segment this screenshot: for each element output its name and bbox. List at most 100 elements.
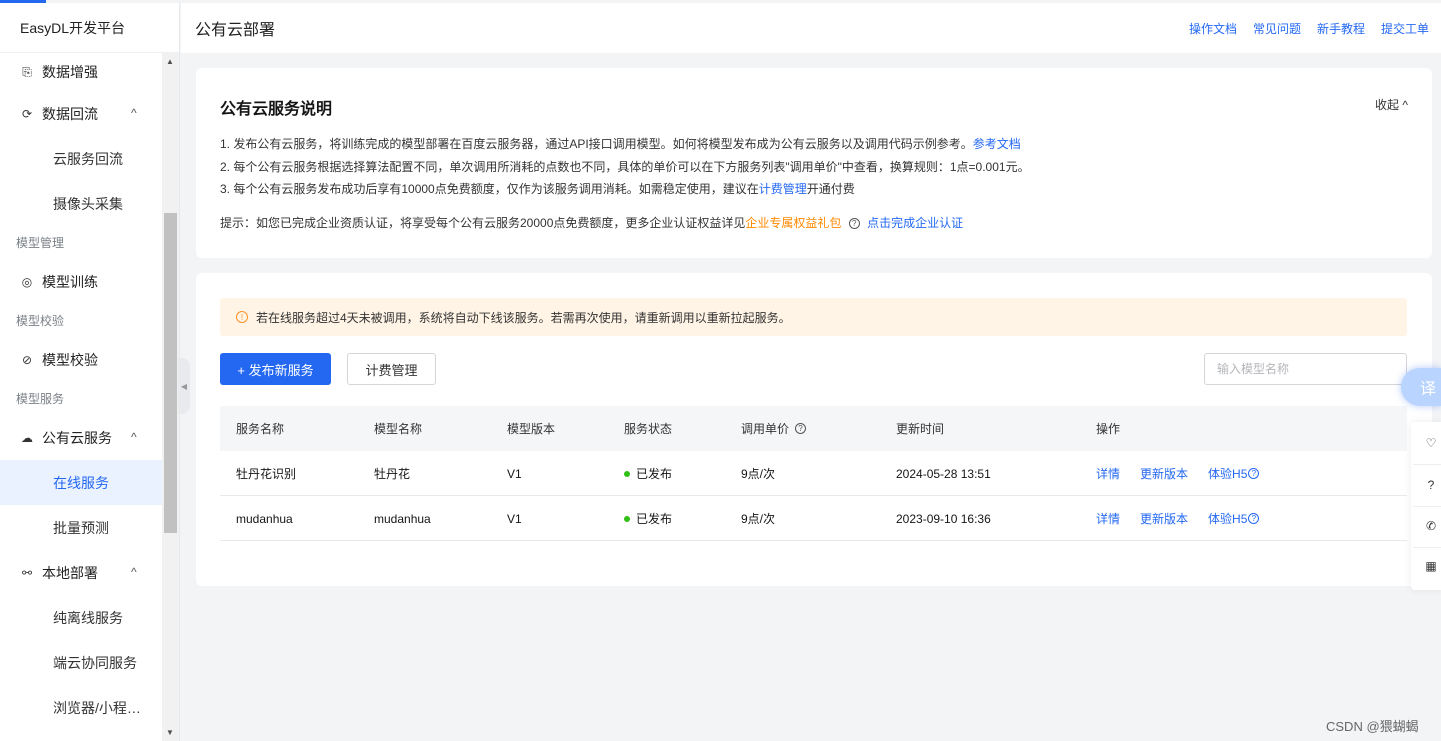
alert-text: 若在线服务超过4天未被调用，系统将自动下线该服务。若需再次使用，请重新调用以重新… <box>256 310 791 325</box>
phone-icon[interactable]: ✆ <box>1421 516 1441 536</box>
sidebar-item-data-backflow[interactable]: ⟳ 数据回流 ^ <box>0 91 162 136</box>
detail-link[interactable]: 详情 <box>1096 465 1120 482</box>
divider <box>1413 464 1441 465</box>
question-icon[interactable]: ? <box>1421 475 1441 495</box>
group-label-model-management: 模型管理 <box>16 236 65 250</box>
billing-link[interactable]: 计费管理 <box>759 182 807 196</box>
try-h5-link[interactable]: 体验H5 <box>1208 510 1247 527</box>
status-text: 已发布 <box>636 512 673 526</box>
scrollbar-thumb[interactable] <box>164 213 177 533</box>
app-logo[interactable]: EasyDL开发平台 <box>0 3 179 53</box>
scroll-down-icon[interactable]: ▼ <box>166 728 174 737</box>
header-link-tutorial[interactable]: 新手教程 <box>1317 20 1365 37</box>
col-actions: 操作 <box>1096 422 1121 436</box>
sidebar-item-label: 数据回流 <box>42 105 98 122</box>
info-card: 公有云服务说明 收起 ^ 1. 发布公有云服务，将训练完成的模型部署在百度云服务… <box>196 68 1432 258</box>
info-line-3-suffix: 开通付费 <box>806 182 855 196</box>
sidebar-item-model-train[interactable]: ◎ 模型训练 <box>0 259 162 304</box>
cell-model-name: mudanhua <box>374 511 431 526</box>
header-link-ticket[interactable]: 提交工单 <box>1381 20 1429 37</box>
cell-unit-price: 9点/次 <box>741 512 776 526</box>
sidebar-item-model-validation[interactable]: ⊘ 模型校验 <box>0 337 162 382</box>
cell-status: 已发布 <box>624 451 672 496</box>
sidebar-item-online-service[interactable]: 在线服务 <box>0 460 162 505</box>
header-link-faq[interactable]: 常见问题 <box>1253 20 1301 37</box>
cell-status: 已发布 <box>624 496 672 541</box>
floating-toolbar: ♡ ? ✆ ▦ <box>1411 422 1441 590</box>
col-service-name: 服务名称 <box>236 422 285 436</box>
sidebar: EasyDL开发平台 ⎘ 数据增强 ⟳ 数据回流 ^ 云服务回流 摄像头采集 模… <box>0 3 180 741</box>
info-tip: 提示：如您已完成企业资质认证，将享受每个公有云服务20000点免费额度，更多企业… <box>220 214 963 231</box>
cell-updated-time: 2023-09-10 16:36 <box>896 511 991 526</box>
info-line-3-text: 3. 每个公有云服务发布成功后享有10000点免费额度，仅作为该服务调用消耗。如… <box>220 182 759 196</box>
translate-button[interactable]: 译 <box>1401 368 1441 406</box>
info-line-2: 2. 每个公有云服务根据选择算法配置不同，单次调用所消耗的点数也不同，具体的单价… <box>220 160 1030 174</box>
update-version-link[interactable]: 更新版本 <box>1140 465 1188 482</box>
help-icon[interactable]: ? <box>1248 513 1260 524</box>
service-table: 服务名称 模型名称 模型版本 服务状态 调用单价 ? 更新时间 操作 牡丹花识别… <box>220 406 1407 541</box>
col-model-name: 模型名称 <box>374 422 423 436</box>
sidebar-item-camera-capture[interactable]: 摄像头采集 <box>0 181 162 226</box>
collapse-button[interactable]: 收起 ^ <box>1375 96 1408 113</box>
tip-text: 提示：如您已完成企业资质认证，将享受每个公有云服务20000点免费额度，更多企业… <box>220 216 746 230</box>
model-search-input[interactable] <box>1204 353 1407 385</box>
sidebar-item-batch-predict[interactable]: 批量预测 <box>0 505 162 550</box>
header-link-docs[interactable]: 操作文档 <box>1189 20 1237 37</box>
cell-unit-price: 9点/次 <box>741 467 776 481</box>
model-train-icon: ◎ <box>21 274 33 289</box>
grid-icon[interactable]: ▦ <box>1421 556 1441 576</box>
sidebar-item-cloud-backflow[interactable]: 云服务回流 <box>0 136 162 181</box>
check-circle-icon: ⊘ <box>21 352 33 367</box>
group-label-model-validation: 模型校验 <box>16 314 65 328</box>
sidebar-item-label: 本地部署 <box>42 564 98 581</box>
translate-label: 译 <box>1420 381 1437 398</box>
enterprise-cert-link[interactable]: 点击完成企业认证 <box>867 216 963 230</box>
chevron-up-icon: ^ <box>1402 98 1408 112</box>
data-backflow-icon: ⟳ <box>21 106 33 121</box>
help-icon[interactable]: ? <box>795 423 807 434</box>
cell-model-name: 牡丹花 <box>374 467 411 481</box>
try-h5-link[interactable]: 体验H5 <box>1208 465 1247 482</box>
sidebar-item-browser-miniprogram[interactable]: 浏览器/小程… <box>0 685 162 730</box>
table-row: mudanhua mudanhua V1 已发布 9点/次 2023-09-10… <box>220 496 1407 541</box>
reference-doc-link[interactable]: 参考文档 <box>973 137 1021 151</box>
update-version-link[interactable]: 更新版本 <box>1140 510 1188 527</box>
deploy-icon: ⚯ <box>21 565 33 580</box>
sidebar-item-data-augment[interactable]: ⎘ 数据增强 <box>0 53 162 91</box>
info-line-1-text: 1. 发布公有云服务，将训练完成的模型部署在百度云服务器，通过API接口调用模型… <box>220 137 973 151</box>
info-line-1: 1. 发布公有云服务，将训练完成的模型部署在百度云服务器，通过API接口调用模型… <box>220 135 1021 152</box>
col-model-version: 模型版本 <box>507 422 556 436</box>
sidebar-scrollbar[interactable]: ▲ ▼ <box>162 53 179 741</box>
sidebar-item-offline-service[interactable]: 纯离线服务 <box>0 595 162 640</box>
enterprise-benefit-link[interactable]: 企业专属权益礼包 <box>745 216 841 230</box>
page-title: 公有云部署 <box>195 22 276 39</box>
cell-model-version: V1 <box>507 511 522 526</box>
cell-actions: 详情 更新版本 体验H5 ? <box>1096 496 1263 541</box>
table-row: 牡丹花识别 牡丹花 V1 已发布 9点/次 2024-05-28 13:51 详… <box>220 451 1407 496</box>
page-header: 公有云部署 操作文档 常见问题 新手教程 提交工单 <box>181 3 1441 53</box>
sidebar-item-label: 数据增强 <box>42 64 98 80</box>
warning-icon: ! <box>236 311 248 323</box>
sidebar-menu: ⎘ 数据增强 ⟳ 数据回流 ^ 云服务回流 摄像头采集 模型管理 ◎ 模型训练 … <box>0 53 162 741</box>
sidebar-item-public-cloud[interactable]: ☁ 公有云服务 ^ <box>0 415 162 460</box>
status-text: 已发布 <box>636 467 673 481</box>
heart-icon[interactable]: ♡ <box>1421 433 1441 453</box>
col-service-status: 服务状态 <box>624 422 673 436</box>
billing-management-button[interactable]: 计费管理 <box>347 353 436 385</box>
detail-link[interactable]: 详情 <box>1096 510 1120 527</box>
info-card-title: 公有云服务说明 <box>220 101 333 118</box>
status-dot <box>624 470 630 477</box>
sidebar-item-label: 模型校验 <box>42 351 98 368</box>
chevron-left-icon: ◀ <box>180 381 188 391</box>
sidebar-item-edge-cloud[interactable]: 端云协同服务 <box>0 640 162 685</box>
watermark: CSDN @猥蝴蝎 <box>1326 719 1419 734</box>
help-icon[interactable]: ? <box>1248 468 1260 479</box>
publish-service-button[interactable]: + 发布新服务 <box>220 353 331 385</box>
divider <box>1413 547 1441 548</box>
sidebar-item-local-deploy[interactable]: ⚯ 本地部署 ^ <box>0 550 162 595</box>
sidebar-collapse-handle[interactable]: ◀ <box>178 358 190 414</box>
chevron-up-icon: ^ <box>131 565 137 579</box>
help-icon[interactable]: ? <box>848 218 860 230</box>
scroll-up-icon[interactable]: ▲ <box>166 57 174 66</box>
group-label-model-service: 模型服务 <box>16 392 65 406</box>
